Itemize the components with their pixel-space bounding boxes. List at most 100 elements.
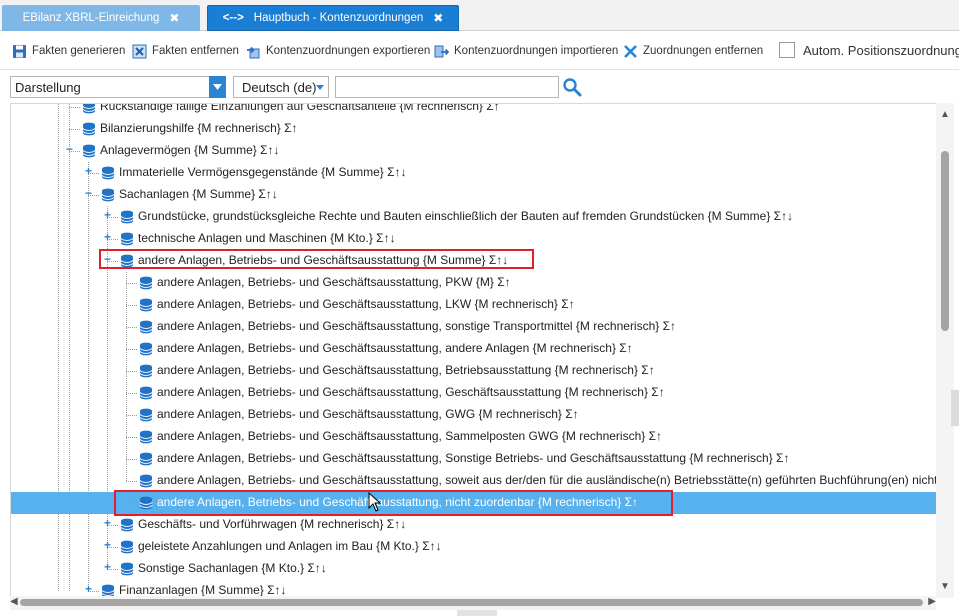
tree-item-label: andere Anlagen, Betriebs- und Geschäftsa… (157, 451, 790, 465)
tree-row[interactable]: andere Anlagen, Betriebs- und Geschäftsa… (11, 294, 937, 316)
scroll-thumb[interactable] (941, 151, 949, 331)
tree-item-label: Bilanzierungshilfe {M rechnerisch} Σ↑ (100, 121, 298, 135)
horizontal-scrollbar[interactable]: ◀ ▶ (10, 596, 936, 610)
expand-icon[interactable]: + (84, 165, 93, 177)
view-select[interactable]: Darstellung (10, 76, 226, 98)
checkbox-label: Autom. Positionszuordnung (803, 42, 959, 58)
tree-row[interactable]: andere Anlagen, Betriebs- und Geschäftsa… (11, 272, 937, 294)
language-select[interactable]: Deutsch (de) (233, 76, 329, 98)
collapse-icon[interactable]: − (65, 143, 74, 155)
tree-row[interactable]: andere Anlagen, Betriebs- und Geschäftsa… (11, 360, 937, 382)
tree-row[interactable]: andere Anlagen, Betriebs- und Geschäftsa… (11, 338, 937, 360)
tree-connector (126, 349, 137, 350)
tree-row[interactable]: andere Anlagen, Betriebs- und Geschäftsa… (11, 426, 937, 448)
tree-row[interactable]: + Sonstige Sachanlagen {M Kto.} Σ↑↓ (11, 558, 937, 580)
tab-hauptbuch[interactable]: <--> Hauptbuch - Kontenzuordnungen ✖ (207, 5, 459, 31)
scroll-up-icon[interactable]: ▲ (940, 109, 950, 120)
tree-row[interactable]: Bilanzierungshilfe {M rechnerisch} Σ↑ (11, 118, 937, 140)
tab-ebilanz[interactable]: EBilanz XBRL-Einreichung ✖ (2, 5, 200, 31)
tab-label: Hauptbuch - Kontenzuordnungen (253, 12, 424, 24)
close-icon[interactable]: ✖ (169, 11, 179, 25)
tree-connector (126, 305, 137, 306)
tree-item-label: andere Anlagen, Betriebs- und Geschäftsa… (157, 297, 575, 311)
database-icon (138, 297, 154, 313)
tree-row[interactable]: + Immaterielle Vermögensgegenstände {M Su… (11, 162, 937, 184)
database-icon (138, 275, 154, 291)
tree-row[interactable]: andere Anlagen, Betriebs- und Geschäftsa… (11, 316, 937, 338)
tree-row[interactable]: + geleistete Anzahlungen und Anlagen im B… (11, 536, 937, 558)
tree-connector (69, 107, 80, 108)
database-icon (138, 385, 154, 401)
tree-item-label: Anlagevermögen {M Summe} Σ↑↓ (100, 143, 280, 157)
tree-item-label: andere Anlagen, Betriebs- und Geschäftsa… (157, 473, 937, 487)
tree-item-label: andere Anlagen, Betriebs- und Geschäftsa… (157, 385, 665, 399)
search-input[interactable] (335, 76, 559, 98)
tree-row[interactable]: andere Anlagen, Betriebs- und Geschäftsa… (11, 404, 937, 426)
close-icon[interactable]: ✖ (433, 11, 443, 25)
scroll-thumb[interactable] (20, 599, 923, 606)
tree-item-label: technische Anlagen und Maschinen {M Kto.… (138, 231, 396, 245)
tree-connector (69, 129, 80, 130)
panel-resize-handle[interactable] (457, 610, 497, 616)
scroll-left-icon[interactable]: ◀ (10, 596, 18, 607)
toolbar: Fakten generieren Fakten entfernen Konte… (0, 32, 959, 70)
database-icon (119, 517, 135, 533)
tree-item-label: Rückständige fällige Einzahlungen auf Ge… (100, 104, 500, 113)
language-select-value: Deutsch (de) (242, 80, 317, 95)
button-label: Zuordnungen entfernen (643, 45, 764, 57)
tree-row[interactable]: + technische Anlagen und Maschinen {M Kto… (11, 228, 937, 250)
checkbox-box[interactable] (779, 42, 795, 58)
scroll-right-icon[interactable]: ▶ (928, 596, 936, 607)
tree-connector (126, 327, 137, 328)
side-panel-handle[interactable] (951, 390, 959, 426)
tree-row[interactable]: − Anlagevermögen {M Summe} Σ↑↓ (11, 140, 937, 162)
fakten-entfernen-button[interactable]: Fakten entfernen (132, 42, 239, 60)
tree-connector (126, 371, 137, 372)
remove-x-icon (132, 44, 147, 59)
chevron-down-icon[interactable] (316, 85, 324, 90)
chevron-down-icon[interactable] (209, 76, 226, 98)
expand-icon[interactable]: + (103, 231, 112, 243)
view-select-value: Darstellung (15, 80, 81, 95)
unlink-icon (623, 44, 638, 59)
search-icon[interactable] (562, 77, 582, 97)
kontenzuordnungen-exportieren-button[interactable]: Kontenzuordnungen exportieren (246, 42, 430, 60)
scroll-down-icon[interactable]: ▼ (940, 581, 950, 592)
kontenzuordnungen-importieren-button[interactable]: Kontenzuordnungen importieren (434, 42, 618, 60)
mouse-cursor-icon (368, 492, 382, 512)
tree-item-label: andere Anlagen, Betriebs- und Geschäftsa… (157, 275, 511, 289)
database-icon (119, 209, 135, 225)
tree-connector (126, 415, 137, 416)
button-label: Kontenzuordnungen importieren (454, 45, 619, 57)
vertical-scrollbar[interactable]: ▲ ▼ (936, 103, 954, 598)
tree-row[interactable]: andere Anlagen, Betriebs- und Geschäftsa… (11, 470, 937, 492)
zuordnungen-entfernen-button[interactable]: Zuordnungen entfernen (623, 42, 763, 60)
expand-icon[interactable]: + (103, 539, 112, 551)
tree-row[interactable]: andere Anlagen, Betriebs- und Geschäftsa… (11, 382, 937, 404)
tree-row[interactable]: + Geschäfts- und Vorführwagen {M rechneri… (11, 514, 937, 536)
tree-connector (126, 459, 137, 460)
database-icon (138, 319, 154, 335)
highlight-box (99, 249, 534, 269)
tree-row[interactable]: + Grundstücke, grundstücksgleiche Rechte … (11, 206, 937, 228)
collapse-icon[interactable]: − (84, 187, 93, 199)
expand-icon[interactable]: + (103, 209, 112, 221)
tree-connector (126, 283, 137, 284)
tree-item-label: andere Anlagen, Betriebs- und Geschäftsa… (157, 363, 655, 377)
autom-positionszuordnung-checkbox[interactable]: Autom. Positionszuordnung (779, 42, 959, 58)
expand-icon[interactable]: + (84, 583, 93, 595)
tree-row[interactable]: − Sachanlagen {M Summe} Σ↑↓ (11, 184, 937, 206)
tree-row[interactable]: andere Anlagen, Betriebs- und Geschäftsa… (11, 448, 937, 470)
tree-connector (126, 481, 137, 482)
expand-icon[interactable]: + (103, 561, 112, 573)
button-label: Kontenzuordnungen exportieren (266, 45, 431, 57)
expand-icon[interactable]: + (103, 517, 112, 529)
save-icon (12, 44, 27, 59)
database-icon (119, 561, 135, 577)
tree-row[interactable]: Rückständige fällige Einzahlungen auf Ge… (11, 104, 937, 118)
tab-bar: EBilanz XBRL-Einreichung ✖ <--> Hauptbuc… (0, 0, 959, 31)
tree-content: Rückständige fällige Einzahlungen auf Ge… (11, 104, 937, 598)
fakten-generieren-button[interactable]: Fakten generieren (12, 42, 125, 60)
tree-item-label: andere Anlagen, Betriebs- und Geschäftsa… (157, 429, 663, 443)
database-icon (81, 121, 97, 137)
